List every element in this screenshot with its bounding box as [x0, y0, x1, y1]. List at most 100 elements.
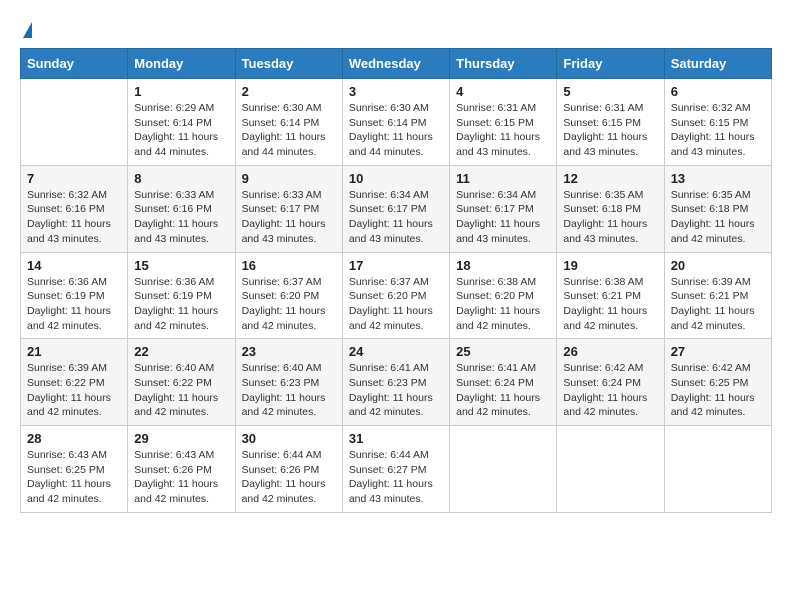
day-number: 3: [349, 84, 443, 99]
day-header-thursday: Thursday: [450, 49, 557, 79]
day-number: 11: [456, 171, 550, 186]
day-info: Sunrise: 6:29 AM Sunset: 6:14 PM Dayligh…: [134, 101, 228, 160]
day-number: 6: [671, 84, 765, 99]
day-number: 20: [671, 258, 765, 273]
calendar-cell: 2 Sunrise: 6:30 AM Sunset: 6:14 PM Daylig…: [235, 79, 342, 166]
day-number: 7: [27, 171, 121, 186]
day-info: Sunrise: 6:44 AM Sunset: 6:26 PM Dayligh…: [242, 448, 336, 507]
day-info: Sunrise: 6:32 AM Sunset: 6:15 PM Dayligh…: [671, 101, 765, 160]
calendar-cell: [557, 426, 664, 513]
calendar-cell: 9 Sunrise: 6:33 AM Sunset: 6:17 PM Daylig…: [235, 165, 342, 252]
day-number: 26: [563, 344, 657, 359]
day-info: Sunrise: 6:38 AM Sunset: 6:20 PM Dayligh…: [456, 275, 550, 334]
day-number: 8: [134, 171, 228, 186]
calendar-cell: 11 Sunrise: 6:34 AM Sunset: 6:17 PM Dayli…: [450, 165, 557, 252]
day-number: 29: [134, 431, 228, 446]
calendar-cell: 17 Sunrise: 6:37 AM Sunset: 6:20 PM Dayli…: [342, 252, 449, 339]
day-number: 25: [456, 344, 550, 359]
calendar-cell: 25 Sunrise: 6:41 AM Sunset: 6:24 PM Dayli…: [450, 339, 557, 426]
day-info: Sunrise: 6:33 AM Sunset: 6:17 PM Dayligh…: [242, 188, 336, 247]
calendar-cell: 7 Sunrise: 6:32 AM Sunset: 6:16 PM Daylig…: [21, 165, 128, 252]
calendar-cell: 24 Sunrise: 6:41 AM Sunset: 6:23 PM Dayli…: [342, 339, 449, 426]
calendar-cell: 10 Sunrise: 6:34 AM Sunset: 6:17 PM Dayli…: [342, 165, 449, 252]
day-number: 24: [349, 344, 443, 359]
day-header-tuesday: Tuesday: [235, 49, 342, 79]
day-number: 18: [456, 258, 550, 273]
calendar-cell: 30 Sunrise: 6:44 AM Sunset: 6:26 PM Dayli…: [235, 426, 342, 513]
day-info: Sunrise: 6:35 AM Sunset: 6:18 PM Dayligh…: [671, 188, 765, 247]
day-info: Sunrise: 6:39 AM Sunset: 6:21 PM Dayligh…: [671, 275, 765, 334]
calendar-week-row: 21 Sunrise: 6:39 AM Sunset: 6:22 PM Dayli…: [21, 339, 772, 426]
logo-triangle-icon: [23, 22, 32, 38]
day-info: Sunrise: 6:34 AM Sunset: 6:17 PM Dayligh…: [349, 188, 443, 247]
day-info: Sunrise: 6:41 AM Sunset: 6:24 PM Dayligh…: [456, 361, 550, 420]
day-number: 5: [563, 84, 657, 99]
day-info: Sunrise: 6:43 AM Sunset: 6:26 PM Dayligh…: [134, 448, 228, 507]
day-number: 19: [563, 258, 657, 273]
calendar-cell: 26 Sunrise: 6:42 AM Sunset: 6:24 PM Dayli…: [557, 339, 664, 426]
day-number: 2: [242, 84, 336, 99]
day-number: 9: [242, 171, 336, 186]
day-number: 1: [134, 84, 228, 99]
day-number: 27: [671, 344, 765, 359]
calendar-cell: 22 Sunrise: 6:40 AM Sunset: 6:22 PM Dayli…: [128, 339, 235, 426]
day-info: Sunrise: 6:32 AM Sunset: 6:16 PM Dayligh…: [27, 188, 121, 247]
day-number: 21: [27, 344, 121, 359]
day-number: 17: [349, 258, 443, 273]
calendar-cell: 13 Sunrise: 6:35 AM Sunset: 6:18 PM Dayli…: [664, 165, 771, 252]
day-info: Sunrise: 6:36 AM Sunset: 6:19 PM Dayligh…: [27, 275, 121, 334]
calendar-cell: 12Sunrise: 6:35 AM Sunset: 6:18 PM Dayli…: [557, 165, 664, 252]
calendar-cell: 27Sunrise: 6:42 AM Sunset: 6:25 PM Dayli…: [664, 339, 771, 426]
calendar-week-row: 7 Sunrise: 6:32 AM Sunset: 6:16 PM Daylig…: [21, 165, 772, 252]
day-number: 10: [349, 171, 443, 186]
calendar-cell: 1 Sunrise: 6:29 AM Sunset: 6:14 PM Daylig…: [128, 79, 235, 166]
day-number: 30: [242, 431, 336, 446]
day-info: Sunrise: 6:44 AM Sunset: 6:27 PM Dayligh…: [349, 448, 443, 507]
calendar-cell: 28 Sunrise: 6:43 AM Sunset: 6:25 PM Dayli…: [21, 426, 128, 513]
day-info: Sunrise: 6:33 AM Sunset: 6:16 PM Dayligh…: [134, 188, 228, 247]
day-info: Sunrise: 6:42 AM Sunset: 6:24 PM Dayligh…: [563, 361, 657, 420]
calendar-cell: 16 Sunrise: 6:37 AM Sunset: 6:20 PM Dayli…: [235, 252, 342, 339]
calendar-cell: 14 Sunrise: 6:36 AM Sunset: 6:19 PM Dayli…: [21, 252, 128, 339]
day-info: Sunrise: 6:40 AM Sunset: 6:23 PM Dayligh…: [242, 361, 336, 420]
day-info: Sunrise: 6:30 AM Sunset: 6:14 PM Dayligh…: [349, 101, 443, 160]
calendar-cell: 31 Sunrise: 6:44 AM Sunset: 6:27 PM Dayli…: [342, 426, 449, 513]
day-info: Sunrise: 6:37 AM Sunset: 6:20 PM Dayligh…: [242, 275, 336, 334]
day-header-saturday: Saturday: [664, 49, 771, 79]
calendar-cell: 15Sunrise: 6:36 AM Sunset: 6:19 PM Dayli…: [128, 252, 235, 339]
calendar-cell: 20 Sunrise: 6:39 AM Sunset: 6:21 PM Dayli…: [664, 252, 771, 339]
day-info: Sunrise: 6:30 AM Sunset: 6:14 PM Dayligh…: [242, 101, 336, 160]
day-number: 28: [27, 431, 121, 446]
day-number: 22: [134, 344, 228, 359]
calendar-header-row: SundayMondayTuesdayWednesdayThursdayFrid…: [21, 49, 772, 79]
day-info: Sunrise: 6:39 AM Sunset: 6:22 PM Dayligh…: [27, 361, 121, 420]
calendar-cell: 21 Sunrise: 6:39 AM Sunset: 6:22 PM Dayli…: [21, 339, 128, 426]
day-number: 16: [242, 258, 336, 273]
logo: [20, 20, 32, 38]
day-number: 14: [27, 258, 121, 273]
day-header-monday: Monday: [128, 49, 235, 79]
day-number: 15: [134, 258, 228, 273]
calendar-cell: [450, 426, 557, 513]
calendar-cell: 5Sunrise: 6:31 AM Sunset: 6:15 PM Daylig…: [557, 79, 664, 166]
calendar-week-row: 28 Sunrise: 6:43 AM Sunset: 6:25 PM Dayli…: [21, 426, 772, 513]
day-header-wednesday: Wednesday: [342, 49, 449, 79]
day-header-friday: Friday: [557, 49, 664, 79]
day-info: Sunrise: 6:37 AM Sunset: 6:20 PM Dayligh…: [349, 275, 443, 334]
day-info: Sunrise: 6:35 AM Sunset: 6:18 PM Dayligh…: [563, 188, 657, 247]
calendar-cell: 4Sunrise: 6:31 AM Sunset: 6:15 PM Daylig…: [450, 79, 557, 166]
day-info: Sunrise: 6:34 AM Sunset: 6:17 PM Dayligh…: [456, 188, 550, 247]
calendar-cell: 29 Sunrise: 6:43 AM Sunset: 6:26 PM Dayli…: [128, 426, 235, 513]
day-info: Sunrise: 6:41 AM Sunset: 6:23 PM Dayligh…: [349, 361, 443, 420]
calendar-week-row: 14 Sunrise: 6:36 AM Sunset: 6:19 PM Dayli…: [21, 252, 772, 339]
calendar-week-row: 1 Sunrise: 6:29 AM Sunset: 6:14 PM Daylig…: [21, 79, 772, 166]
day-header-sunday: Sunday: [21, 49, 128, 79]
calendar-cell: 6 Sunrise: 6:32 AM Sunset: 6:15 PM Daylig…: [664, 79, 771, 166]
page-header: [20, 20, 772, 38]
day-number: 13: [671, 171, 765, 186]
day-info: Sunrise: 6:40 AM Sunset: 6:22 PM Dayligh…: [134, 361, 228, 420]
day-info: Sunrise: 6:43 AM Sunset: 6:25 PM Dayligh…: [27, 448, 121, 507]
day-number: 31: [349, 431, 443, 446]
day-info: Sunrise: 6:31 AM Sunset: 6:15 PM Dayligh…: [456, 101, 550, 160]
calendar-cell: [21, 79, 128, 166]
